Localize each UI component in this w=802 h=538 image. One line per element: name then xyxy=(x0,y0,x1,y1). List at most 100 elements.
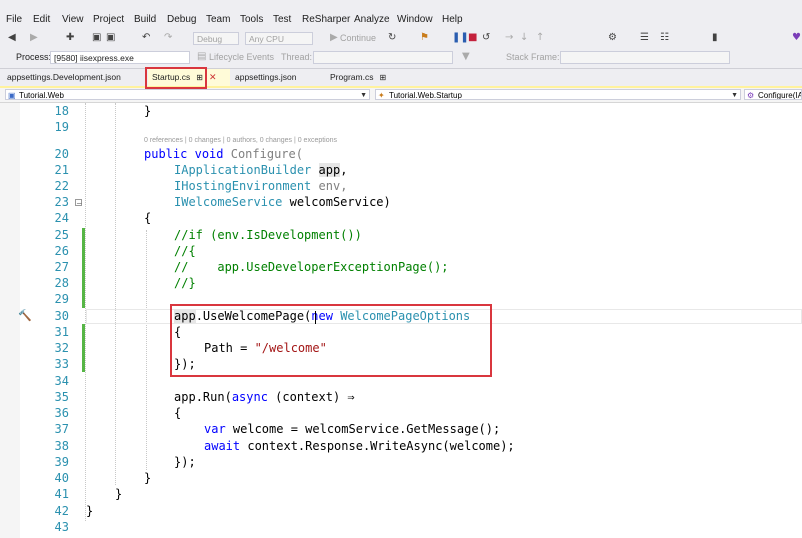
project-dropdown[interactable]: ▣ Tutorial.Web ▼ xyxy=(5,89,370,100)
indent-guide xyxy=(115,103,116,485)
project-label: Tutorial.Web xyxy=(19,91,64,100)
quick-action-hammer-icon[interactable]: 🔨 xyxy=(18,309,32,322)
code-line-26: //{ xyxy=(174,244,196,258)
menu-bar: File Edit View Project Build Debug Team … xyxy=(0,0,802,28)
code-line-37: var welcome = welcomService.GetMessage()… xyxy=(204,422,501,436)
collapse-icon[interactable]: − xyxy=(75,199,83,208)
menu-team[interactable]: Team xyxy=(206,14,230,25)
tools-icon[interactable]: ⚙ xyxy=(608,32,617,44)
thread-label: Thread: xyxy=(281,52,313,62)
class-dropdown[interactable]: ✦ Tutorial.Web.Startup ▼ xyxy=(375,89,741,100)
tab-label: appsettings.Development.json xyxy=(7,72,121,82)
line-number: 43 xyxy=(54,520,69,534)
member-dropdown[interactable]: ⚙ Configure(IA xyxy=(744,89,802,100)
save-all-icon[interactable]: ▣ xyxy=(106,32,115,44)
code-line-42: } xyxy=(86,504,94,518)
menu-edit[interactable]: Edit xyxy=(33,14,50,25)
code-line-20: public void Configure( xyxy=(144,147,303,161)
pause-icon[interactable]: ❚❚ xyxy=(452,32,469,44)
line-number: 40 xyxy=(54,471,69,485)
stack-frame-dropdown[interactable] xyxy=(560,51,730,64)
debug-location-toolbar: Process: [9580] iisexpress.exe ▤ Lifecyc… xyxy=(0,48,802,69)
line-number: 29 xyxy=(54,292,69,306)
config-dropdown[interactable]: Debug xyxy=(193,32,239,45)
chevron-down-icon: ▼ xyxy=(360,92,367,99)
line-number: 42 xyxy=(54,504,69,518)
back-icon[interactable]: ◀ xyxy=(8,32,16,44)
standard-toolbar: ◀ ▶ ✚ ▣ ▣ ↶ ↷ Debug Any CPU ▶ Continue ↻… xyxy=(0,28,802,49)
bookmark-icon[interactable]: ▮ xyxy=(712,32,718,44)
code-line-39: }); xyxy=(174,455,196,469)
navigation-bar: ▣ Tutorial.Web ▼ ✦ Tutorial.Web.Startup ▼ ⚙ C… xyxy=(0,88,802,103)
step-over-icon[interactable]: → xyxy=(505,32,513,44)
menu-test[interactable]: Test xyxy=(273,14,291,25)
menu-build[interactable]: Build xyxy=(134,14,156,25)
menu-debug[interactable]: Debug xyxy=(167,14,196,25)
pin-icon[interactable]: ⊞ xyxy=(379,73,386,82)
filter-icon[interactable]: ▼ xyxy=(462,51,470,63)
forward-icon[interactable]: ▶ xyxy=(30,32,38,44)
menu-analyze[interactable]: Analyze xyxy=(354,14,390,25)
line-number: 33 xyxy=(54,357,69,371)
tab-appsettings-development[interactable]: appsettings.Development.json xyxy=(3,69,125,86)
stop-icon[interactable]: ■ xyxy=(468,32,477,44)
align-left-icon[interactable]: ☰ xyxy=(640,32,649,44)
line-number: 20 xyxy=(54,147,69,161)
align-center-icon[interactable]: ☷ xyxy=(660,32,669,44)
code-line-28: //} xyxy=(174,276,196,290)
menu-tools[interactable]: Tools xyxy=(240,14,263,25)
member-label: Configure(IA xyxy=(758,91,802,100)
menu-help[interactable]: Help xyxy=(442,14,463,25)
continue-button[interactable]: Continue xyxy=(340,33,376,43)
line-number: 19 xyxy=(54,120,69,134)
browser-link-icon[interactable]: ⚑ xyxy=(420,32,429,44)
menu-window[interactable]: Window xyxy=(397,14,433,25)
menu-project[interactable]: Project xyxy=(93,14,124,25)
line-number: 39 xyxy=(54,455,69,469)
new-item-icon[interactable]: ✚ xyxy=(66,32,74,44)
save-icon[interactable]: ▣ xyxy=(92,32,101,44)
close-icon[interactable]: ✕ xyxy=(209,72,217,82)
change-marker xyxy=(82,228,85,308)
line-number: 38 xyxy=(54,439,69,453)
line-number: 37 xyxy=(54,422,69,436)
continue-play-icon[interactable]: ▶ xyxy=(330,32,338,44)
code-line-40: } xyxy=(144,471,152,485)
line-number: 23 xyxy=(54,195,69,209)
tab-label: Program.cs xyxy=(330,72,374,82)
refresh-icon[interactable]: ↻ xyxy=(388,32,396,44)
process-label: Process: xyxy=(16,52,52,62)
line-number: 41 xyxy=(54,487,69,501)
undo-icon[interactable]: ↶ xyxy=(142,32,150,44)
menu-resharper[interactable]: ReSharper xyxy=(302,14,350,25)
restart-icon[interactable]: ↺ xyxy=(482,32,490,44)
redo-icon[interactable]: ↷ xyxy=(164,32,172,44)
lifecycle-events-button[interactable]: Lifecycle Events xyxy=(209,52,274,62)
line-number: 21 xyxy=(54,163,69,177)
tab-appsettings[interactable]: appsettings.json xyxy=(231,69,300,86)
code-line-27: // app.UseDeveloperExceptionPage(); xyxy=(174,260,449,274)
class-label: Tutorial.Web.Startup xyxy=(389,91,462,100)
step-into-icon[interactable]: ↓ xyxy=(520,32,528,44)
line-number: 18 xyxy=(54,104,69,118)
change-marker xyxy=(82,324,85,372)
thread-dropdown[interactable] xyxy=(313,51,453,64)
codelens-info[interactable]: 0 references | 0 changes | 0 authors, 0 … xyxy=(144,137,337,144)
menu-view[interactable]: View xyxy=(62,14,84,25)
process-dropdown[interactable]: [9580] iisexpress.exe xyxy=(50,51,190,64)
line-number: 22 xyxy=(54,179,69,193)
code-line-38: await context.Response.WriteAsync(welcom… xyxy=(204,439,515,453)
tab-program[interactable]: Program.cs ⊞ xyxy=(326,69,390,86)
indent-guide xyxy=(146,230,147,470)
line-number: 28 xyxy=(54,276,69,290)
feedback-icon[interactable]: ♥ xyxy=(792,32,801,44)
stack-frame-label: Stack Frame: xyxy=(506,52,560,62)
platform-dropdown[interactable]: Any CPU xyxy=(245,32,313,45)
tab-label: appsettings.json xyxy=(235,72,297,82)
menu-file[interactable]: File xyxy=(6,14,22,25)
line-number: 27 xyxy=(54,260,69,274)
step-out-icon[interactable]: ↑ xyxy=(536,32,544,44)
code-line-24: { xyxy=(144,211,152,225)
code-line-35: app.Run(async (context) ⇒ xyxy=(174,390,355,404)
annotation-box-welcome-page-code xyxy=(170,304,492,377)
